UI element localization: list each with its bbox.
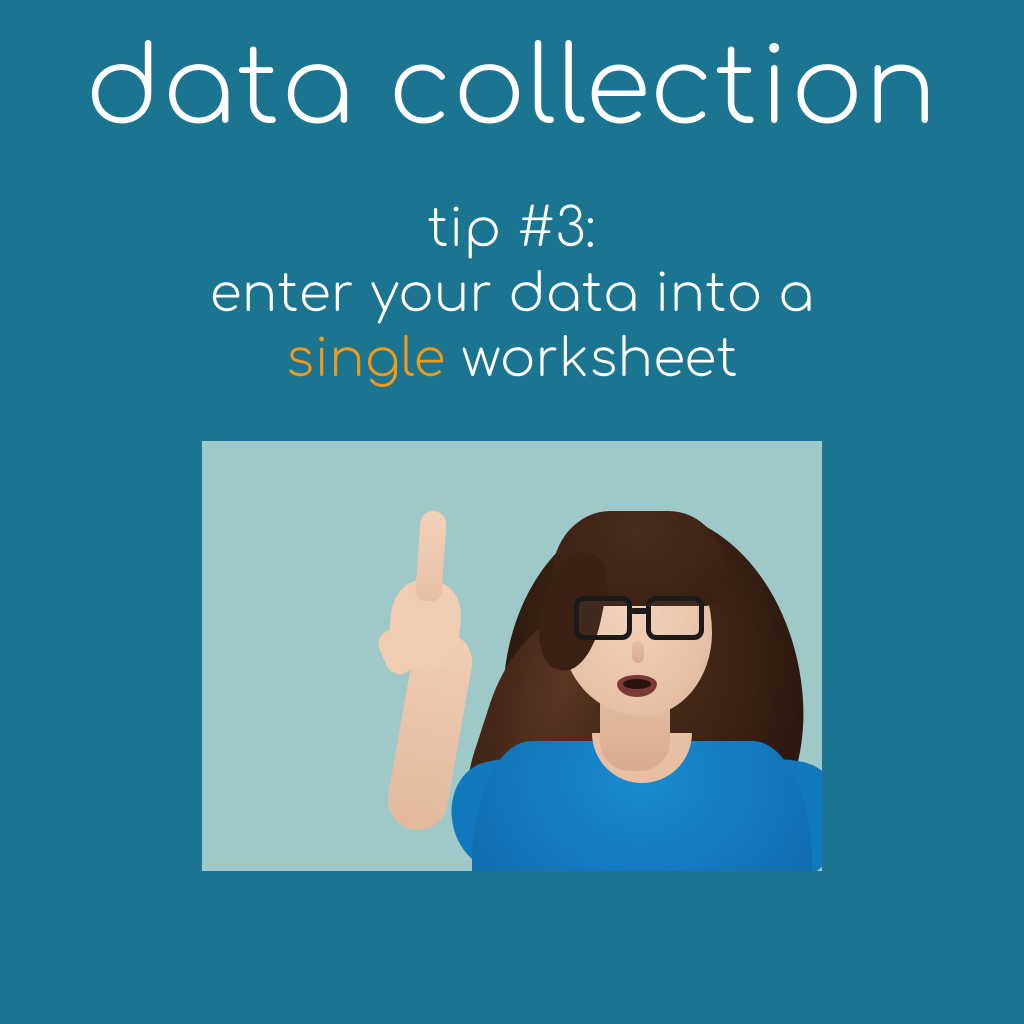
hero-image [202,441,822,871]
illustration-nose [632,641,644,663]
tip-line-3: single worksheet [210,328,814,393]
tip-line-1: tip #3: [210,198,814,263]
illustration-lens-right [646,596,704,640]
tip-text: tip #3: enter your data into a single wo… [210,198,814,393]
illustration-lens-left [574,596,632,640]
illustration-hair-front [552,511,727,606]
glasses-icon [574,596,704,640]
tip-line-3-rest: worksheet [446,331,738,389]
page-title: data collection [86,36,939,142]
tip-line-2: enter your data into a [210,263,814,328]
tip-accent-word: single [286,331,446,389]
illustration-glasses-bridge [630,608,648,614]
